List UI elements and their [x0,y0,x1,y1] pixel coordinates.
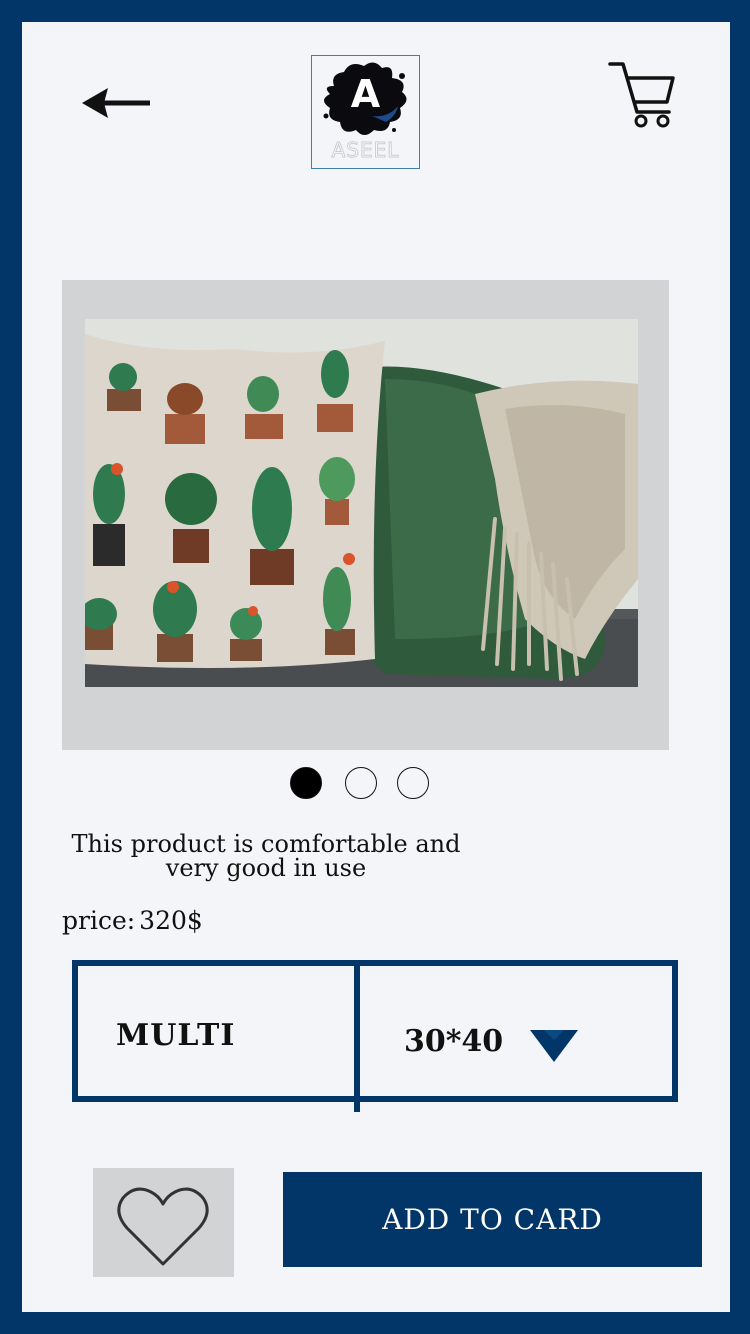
color-selector[interactable]: MULTI [78,966,354,1096]
brand-logo: A ASEEL [311,55,420,169]
product-price: price: 320$ [62,906,203,935]
cart-button[interactable] [607,60,677,130]
app-frame: A ASEEL This product is comfortable and … [0,0,750,1334]
price-value: 320$ [139,906,203,935]
product-options: MULTI 30*40 [72,960,678,1112]
description-line-2: very good in use [165,854,367,882]
carousel-dot-3[interactable] [397,767,429,799]
size-dropdown[interactable]: 30*40 [360,966,672,1096]
shopping-cart-icon [608,62,675,128]
description-line-1: This product is comfortable and [71,830,461,858]
size-value: 30*40 [404,1024,504,1059]
carousel-dot-2[interactable] [345,767,377,799]
product-image [85,319,638,687]
product-screen: A ASEEL This product is comfortable and … [22,22,730,1312]
add-to-cart-button[interactable]: ADD TO CARD [283,1172,702,1267]
pillow-photo [85,319,638,687]
carousel-indicator [290,767,490,803]
logo-letter: A [350,72,381,116]
favorite-button[interactable] [93,1168,234,1277]
heart-icon [117,1187,209,1266]
color-value: MULTI [116,1018,236,1053]
product-gallery[interactable] [62,280,669,750]
back-button[interactable] [82,86,152,126]
price-label: price: [62,906,136,935]
triangle-down-icon [530,1030,578,1062]
carousel-dot-1[interactable] [290,767,322,799]
product-description: This product is comfortable and very goo… [56,832,476,880]
left-arrow-icon [82,88,150,118]
logo-wordmark: ASEEL [331,138,400,163]
